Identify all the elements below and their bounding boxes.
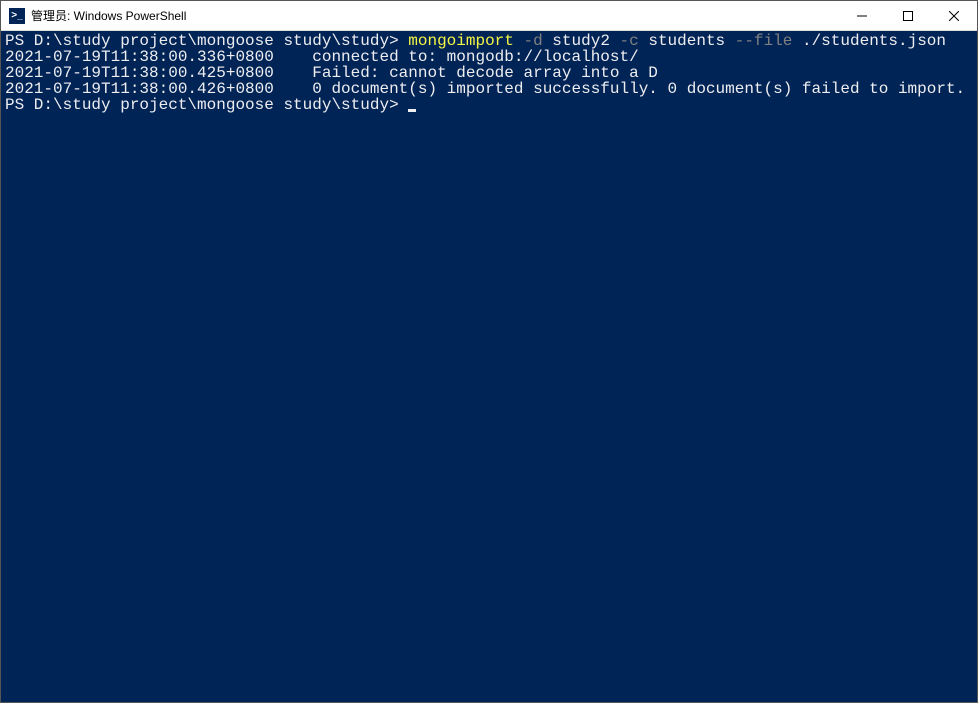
- terminal-line: 2021-07-19T11:38:00.426+0800 0 document(…: [5, 81, 973, 97]
- terminal-line: 2021-07-19T11:38:00.425+0800 Failed: can…: [5, 65, 973, 81]
- flag: --file: [725, 32, 792, 50]
- terminal-line: PS D:\study project\mongoose study\study…: [5, 33, 973, 49]
- terminal-body[interactable]: PS D:\study project\mongoose study\study…: [1, 31, 977, 702]
- icon-glyph: >_: [11, 10, 22, 21]
- powershell-icon: >_: [9, 8, 25, 24]
- window: >_ 管理员: Windows PowerShell PS D:\study p…: [0, 0, 978, 703]
- arg: ./students.json: [792, 32, 946, 50]
- maximize-button[interactable]: [885, 1, 931, 30]
- window-controls: [839, 1, 977, 30]
- terminal-line: PS D:\study project\mongoose study\study…: [5, 97, 973, 113]
- arg: students: [639, 32, 725, 50]
- cursor: [408, 109, 416, 112]
- terminal-line: 2021-07-19T11:38:00.336+0800 connected t…: [5, 49, 973, 65]
- prompt: PS D:\study project\mongoose study\study…: [5, 96, 408, 114]
- close-button[interactable]: [931, 1, 977, 30]
- titlebar[interactable]: >_ 管理员: Windows PowerShell: [1, 1, 977, 31]
- minimize-button[interactable]: [839, 1, 885, 30]
- window-title: 管理员: Windows PowerShell: [31, 7, 839, 24]
